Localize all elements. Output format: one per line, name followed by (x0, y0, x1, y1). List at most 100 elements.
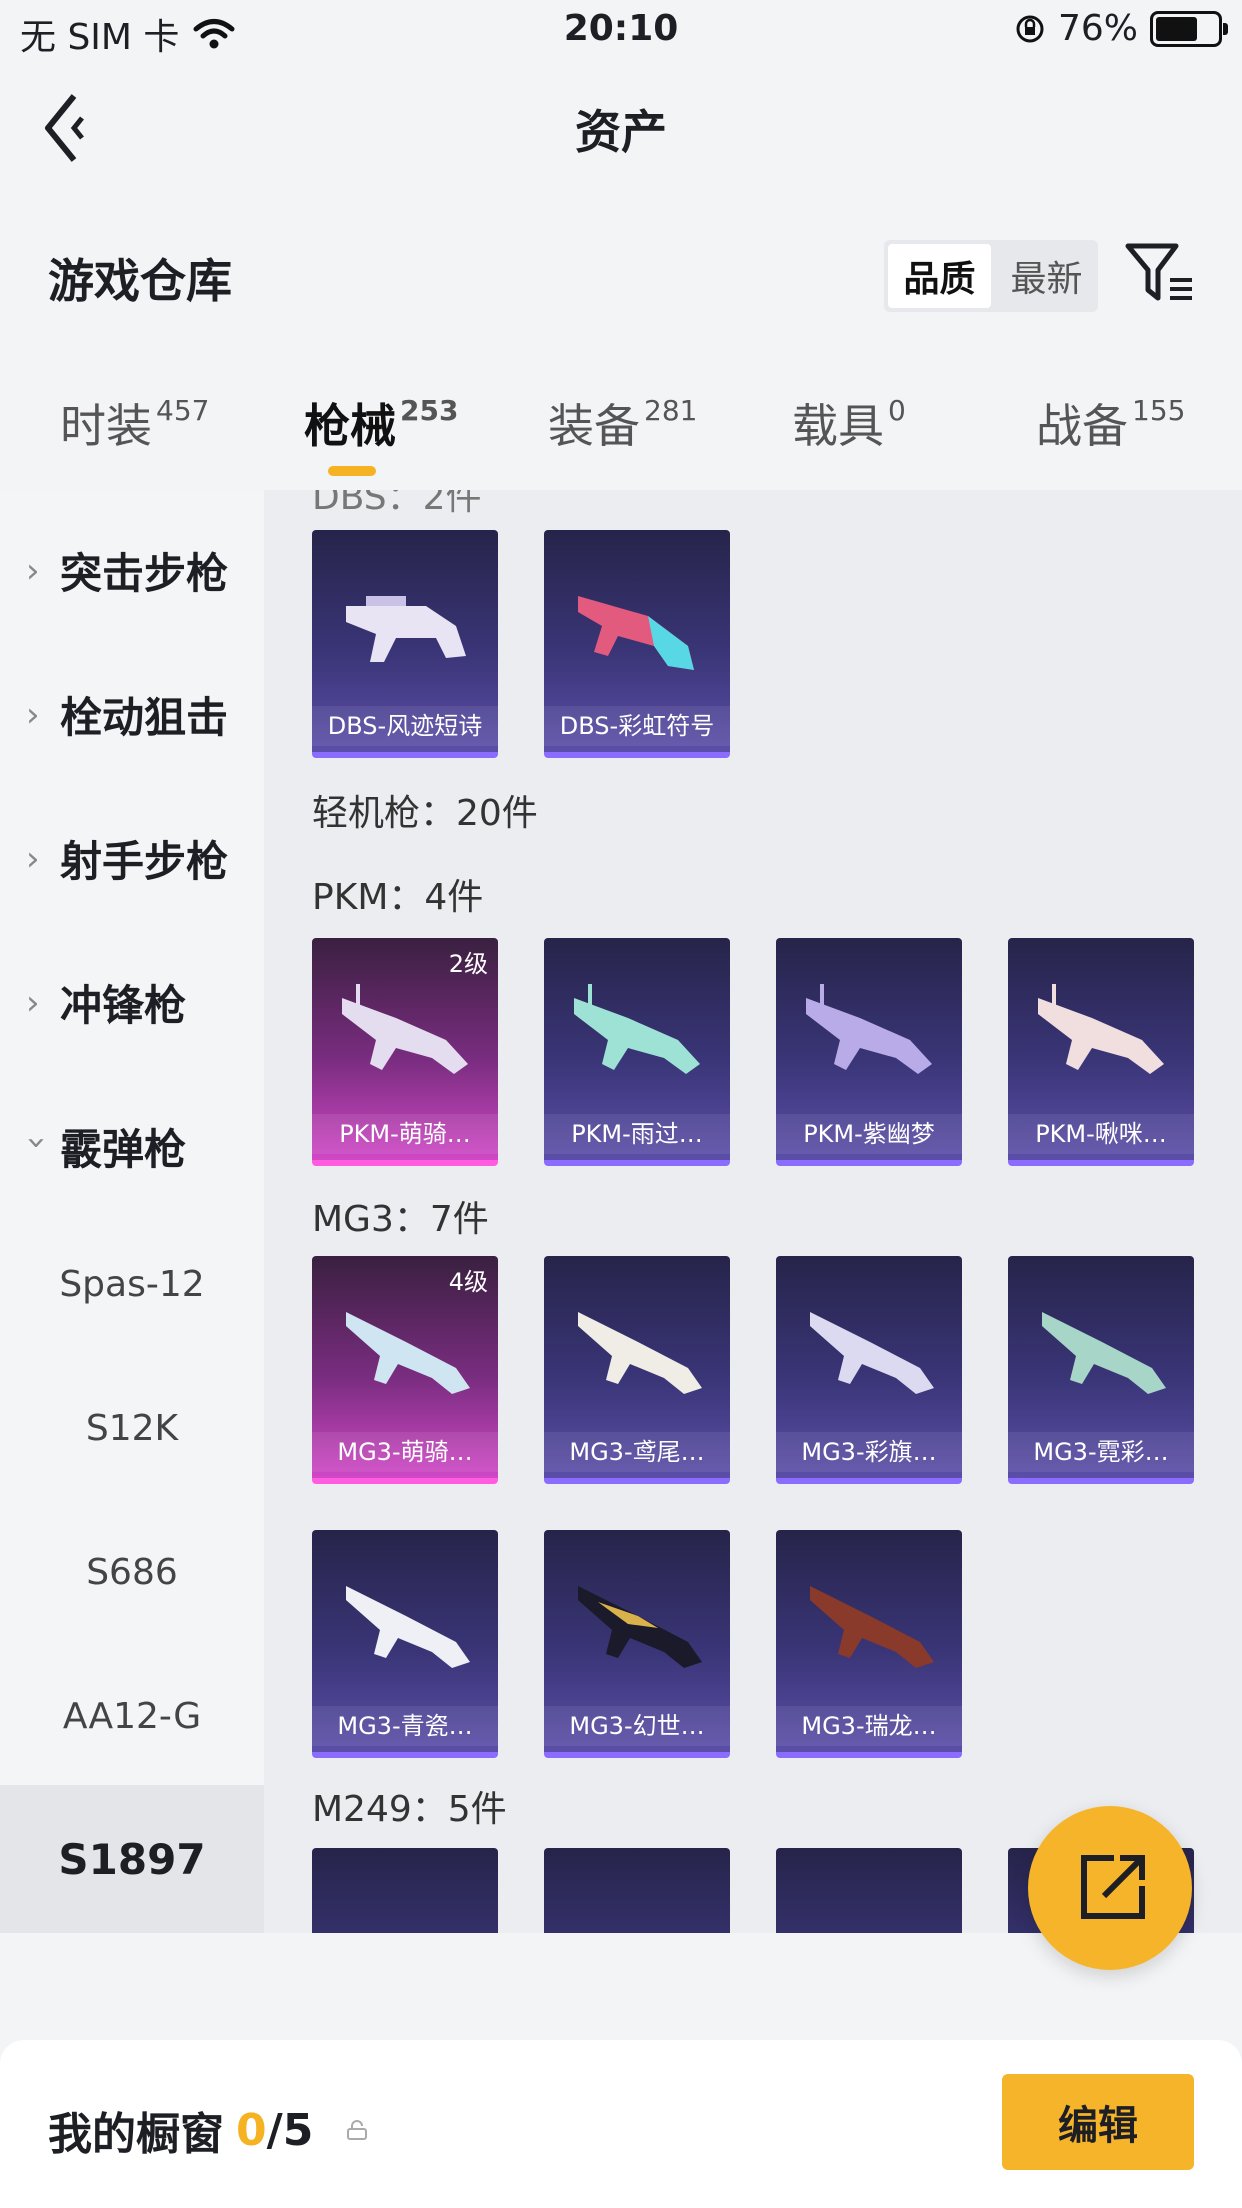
active-tab-indicator (328, 466, 376, 476)
sort-quality[interactable]: 品质 (888, 244, 991, 308)
status-bar: 无 SIM 卡 20:10 76% (0, 0, 1242, 62)
item-grid: DBS：2件 DBS-风迹短诗 DBS-彩虹符号 轻机枪：20件 PKM：4件 … (264, 490, 1242, 1933)
item-card[interactable]: MG3-青瓷… (312, 1530, 498, 1758)
item-name: MG3-彩旗… (776, 1432, 962, 1472)
item-card-partial[interactable] (312, 1848, 498, 1933)
gun-image (1038, 984, 1164, 1074)
lock-icon (347, 2120, 368, 2140)
edit-button[interactable]: 编辑 (1002, 2074, 1194, 2170)
item-card[interactable]: DBS-彩虹符号 (544, 530, 730, 758)
sidebar-item-smg[interactable]: › 冲锋枪 (0, 972, 264, 1033)
item-name: DBS-彩虹符号 (544, 706, 730, 746)
gun-image (578, 596, 694, 670)
group-header-m249: M249：5件 (312, 1789, 507, 1830)
tab-label: 战备 (1036, 399, 1128, 453)
tab-label: 枪械 (304, 399, 396, 453)
gun-image (806, 984, 932, 1074)
item-name: DBS-风迹短诗 (312, 706, 498, 746)
tab-count: 0 (888, 394, 906, 427)
battery-percent: 76% (1057, 8, 1138, 49)
gun-image (1042, 1312, 1166, 1394)
sidebar-item-marksman-rifle[interactable]: › 射手步枪 (0, 828, 264, 889)
gun-image (346, 1586, 470, 1668)
group-header-mg3: MG3：7件 (312, 1199, 489, 1240)
sidebar-sub-s12k[interactable]: S12K (0, 1408, 264, 1449)
gun-image (346, 1312, 470, 1394)
gun-image (810, 1586, 934, 1668)
showcase-label: 我的橱窗 (48, 2109, 224, 2160)
item-name: PKM-萌骑… (312, 1114, 498, 1154)
showcase-used: 0 (236, 2104, 267, 2156)
item-card[interactable]: MG3-鸢尾… (544, 1256, 730, 1484)
sidebar-item-assault-rifle[interactable]: › 突击步枪 (0, 540, 264, 601)
gun-image (578, 1586, 702, 1668)
item-card[interactable]: PKM-啾咪… (1008, 938, 1194, 1166)
gun-image (574, 984, 700, 1074)
share-icon (1081, 1855, 1145, 1919)
sidebar-item-label: 栓动狙击 (60, 693, 229, 742)
sidebar-sub-s1897[interactable]: S1897 (0, 1785, 264, 1933)
tab-fashion[interactable]: 时装 457 (60, 390, 209, 456)
item-name: MG3-幻世… (544, 1706, 730, 1746)
group-header-lmg: 轻机枪：20件 (312, 793, 538, 834)
battery-icon (1150, 10, 1228, 47)
sidebar-item-label: 射手步枪 (60, 837, 229, 886)
page-title: 资产 (575, 105, 667, 159)
chevron-down-icon: › (17, 1135, 57, 1150)
sidebar-sub-aa12g[interactable]: AA12-G (0, 1696, 264, 1737)
item-name: PKM-紫幽梦 (776, 1114, 962, 1154)
item-card[interactable]: MG3-霓彩… (1008, 1256, 1194, 1484)
item-card-partial[interactable] (544, 1848, 730, 1933)
sort-toggle: 品质 最新 (884, 240, 1098, 312)
sidebar-item-label: 冲锋枪 (60, 981, 187, 1030)
item-card[interactable]: DBS-风迹短诗 (312, 530, 498, 758)
sidebar-sub-s686[interactable]: S686 (0, 1552, 264, 1593)
gun-image (810, 1312, 934, 1394)
item-name: MG3-鸢尾… (544, 1432, 730, 1472)
tab-count: 281 (644, 394, 698, 427)
showcase-total: /5 (266, 2104, 314, 2156)
chevron-right-icon: › (26, 694, 40, 735)
tab-count: 155 (1132, 394, 1186, 427)
item-name: PKM-啾咪… (1008, 1114, 1194, 1154)
share-button[interactable] (1028, 1806, 1192, 1970)
item-card[interactable]: MG3-幻世… (544, 1530, 730, 1758)
sidebar-sub-spas12[interactable]: Spas-12 (0, 1264, 264, 1305)
sidebar-item-bolt-sniper[interactable]: › 栓动狙击 (0, 684, 264, 745)
chevron-right-icon: › (26, 982, 40, 1023)
tab-firearms[interactable]: 枪械 253 (304, 390, 458, 456)
chevron-right-icon: › (26, 550, 40, 591)
group-header-partial: DBS：2件 (312, 490, 482, 518)
item-card[interactable]: PKM-雨过… (544, 938, 730, 1166)
sidebar-item-label: 突击步枪 (60, 549, 229, 598)
item-card[interactable]: MG3-彩旗… (776, 1256, 962, 1484)
tab-equipment[interactable]: 装备 281 (548, 390, 697, 456)
sidebar: › 突击步枪 › 栓动狙击 › 射手步枪 › 冲锋枪 › 霰弹枪 Spas-12 S12K… (0, 490, 264, 1785)
category-tabs: 时装 457 枪械 253 装备 281 载具 0 战备 155 (0, 390, 1242, 480)
tab-label: 装备 (548, 399, 640, 453)
gun-image (346, 596, 466, 662)
section-title: 游戏仓库 (48, 254, 232, 308)
sidebar-item-shotgun[interactable]: › 霰弹枪 (0, 1116, 264, 1177)
item-name: MG3-瑞龙… (776, 1706, 962, 1746)
item-card-partial[interactable] (776, 1848, 962, 1933)
tab-supplies[interactable]: 战备 155 (1036, 390, 1185, 456)
showcase-status: 我的橱窗 0 /5 (48, 2098, 369, 2162)
item-card[interactable]: 4级 MG3-萌骑… (312, 1256, 498, 1484)
item-name: PKM-雨过… (544, 1114, 730, 1154)
battery-status: 76% (1014, 8, 1228, 49)
tab-count: 253 (400, 394, 459, 427)
item-card[interactable]: MG3-瑞龙… (776, 1530, 962, 1758)
tab-vehicles[interactable]: 载具 0 (792, 390, 906, 456)
sort-newest[interactable]: 最新 (995, 240, 1098, 312)
tab-count: 457 (156, 394, 210, 427)
tab-label: 载具 (792, 399, 884, 453)
sidebar-sub-label: S1897 (58, 1835, 206, 1884)
gun-image (342, 984, 468, 1074)
group-header-pkm: PKM：4件 (312, 877, 484, 918)
item-card[interactable]: 2级 PKM-萌骑… (312, 938, 498, 1166)
filter-icon[interactable] (1124, 240, 1196, 306)
sidebar-item-label: 霰弹枪 (60, 1125, 187, 1174)
item-name: MG3-青瓷… (312, 1706, 498, 1746)
item-card[interactable]: PKM-紫幽梦 (776, 938, 962, 1166)
